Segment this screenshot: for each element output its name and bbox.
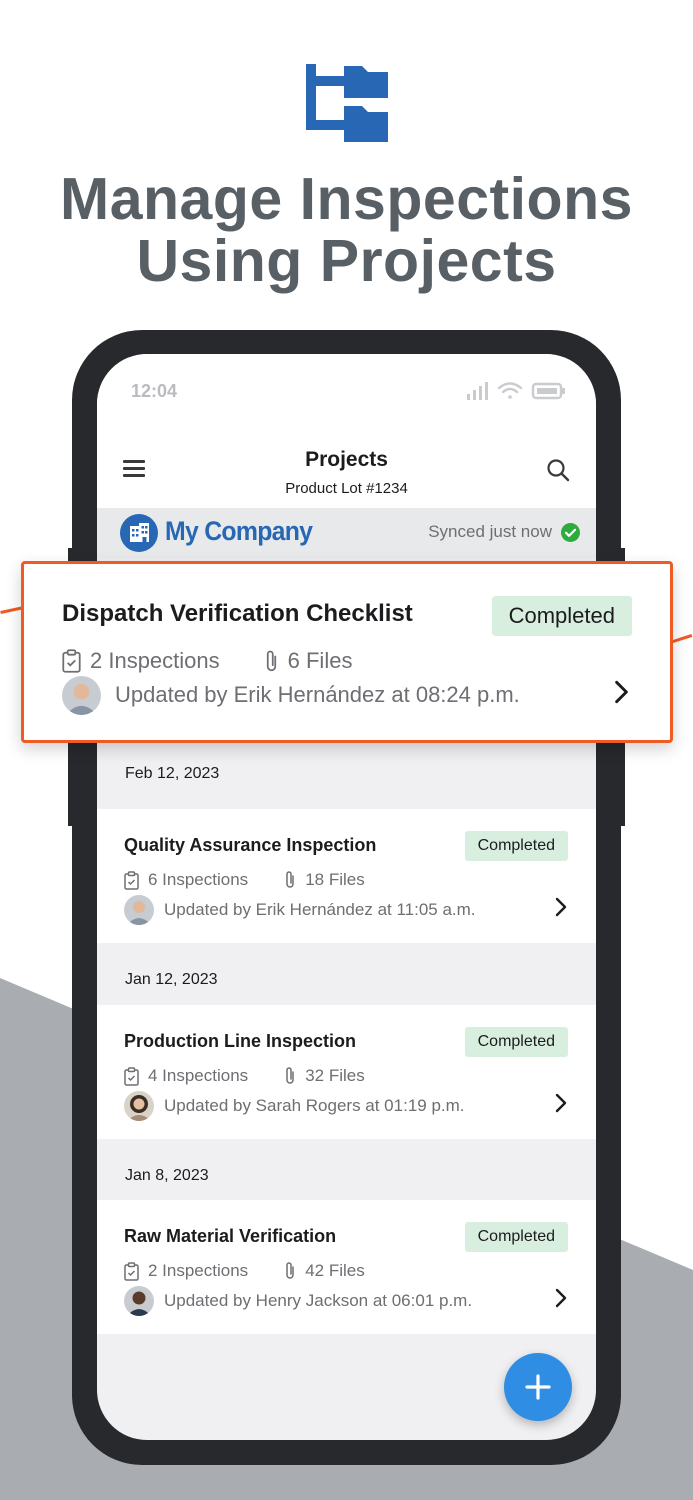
chevron-right-icon[interactable]	[613, 677, 630, 707]
clipboard-icon	[124, 1261, 139, 1281]
signal-icon	[467, 382, 488, 400]
status-badge: Completed	[464, 831, 568, 861]
project-meta: 4 Inspections 32 Files	[124, 1065, 365, 1087]
sync-status: Synced just now	[428, 522, 552, 541]
status-badge: Completed	[464, 1222, 568, 1252]
wifi-icon	[497, 382, 523, 399]
date-label: Jan 8, 2023	[125, 1167, 209, 1184]
company-bar: My Company Synced just now	[97, 508, 596, 558]
inspection-count: 6 Inspections	[148, 870, 249, 889]
updated-text: Updated by Erik Hernández at 08:24 p.m.	[115, 682, 520, 707]
project-card[interactable]: Raw Material Verification Completed 2 In…	[97, 1200, 596, 1334]
file-count: 42 Files	[305, 1261, 365, 1280]
highlighted-project-card[interactable]: Dispatch Verification Checklist Complete…	[21, 561, 673, 743]
updated-row: Updated by Henry Jackson at 06:01 p.m.	[124, 1286, 472, 1316]
project-card[interactable]: Quality Assurance Inspection Completed 6…	[97, 809, 596, 943]
updated-text: Updated by Erik Hernández at 11:05 a.m.	[164, 900, 476, 919]
phone-frame: 12:04 Projects Product Lot #1234 My Comp…	[72, 330, 621, 1465]
hero-title-line2: Using Projects	[136, 228, 557, 294]
clipboard-icon	[124, 870, 139, 890]
updated-row: Updated by Erik Hernández at 08:24 p.m.	[62, 675, 520, 715]
chevron-right-icon[interactable]	[554, 1091, 568, 1115]
file-count: 32 Files	[305, 1066, 365, 1085]
project-title: Production Line Inspection	[124, 1031, 357, 1051]
folder-tree-icon	[306, 64, 388, 142]
status-icons	[467, 382, 565, 400]
project-title: Raw Material Verification	[124, 1226, 337, 1246]
status-bar: 12:04	[97, 354, 596, 430]
date-header: Jan 8, 2023	[97, 1139, 596, 1199]
page-subtitle: Product Lot #1234	[285, 480, 408, 497]
avatar	[124, 895, 154, 925]
project-title: Quality Assurance Inspection	[124, 835, 377, 855]
check-circle-icon	[561, 523, 580, 542]
hero-title: Manage Inspections Using Projects	[0, 168, 693, 292]
paperclip-icon	[286, 1067, 294, 1084]
clipboard-icon	[62, 649, 81, 673]
paperclip-icon	[266, 650, 276, 671]
updated-row: Updated by Erik Hernández at 11:05 a.m.	[124, 895, 476, 925]
project-meta: 2 Inspections 6 Files	[62, 646, 352, 676]
date-header: Feb 12, 2023	[97, 737, 596, 797]
updated-row: Updated by Sarah Rogers at 01:19 p.m.	[124, 1091, 465, 1121]
add-project-button[interactable]	[504, 1353, 572, 1421]
company-name: My Company	[165, 516, 313, 546]
hero-title-line1: Manage Inspections	[60, 166, 633, 232]
inspection-count: 4 Inspections	[148, 1066, 249, 1085]
project-title: Dispatch Verification Checklist	[62, 600, 413, 627]
project-card[interactable]: Production Line Inspection Completed 4 I…	[97, 1005, 596, 1139]
chevron-right-icon[interactable]	[554, 1286, 568, 1310]
app-bar: Projects Product Lot #1234	[97, 430, 596, 508]
page-title: Projects	[305, 448, 388, 471]
project-meta: 2 Inspections 42 Files	[124, 1260, 365, 1282]
avatar	[124, 1091, 154, 1121]
building-icon	[120, 514, 158, 552]
updated-text: Updated by Henry Jackson at 06:01 p.m.	[164, 1291, 473, 1310]
search-icon[interactable]	[546, 458, 570, 482]
paperclip-icon	[286, 871, 294, 888]
chevron-right-icon[interactable]	[554, 895, 568, 919]
phone-screen: 12:04 Projects Product Lot #1234 My Comp…	[97, 354, 596, 1440]
date-header: Jan 12, 2023	[97, 943, 596, 1003]
file-count: 18 Files	[305, 870, 365, 889]
inspection-count: 2 Inspections	[90, 648, 220, 673]
updated-text: Updated by Sarah Rogers at 01:19 p.m.	[164, 1096, 465, 1115]
status-badge: Completed	[491, 596, 632, 636]
avatar	[124, 1286, 154, 1316]
clipboard-icon	[124, 1066, 139, 1086]
battery-icon	[531, 382, 565, 400]
avatar	[62, 675, 101, 715]
status-badge: Completed	[464, 1027, 568, 1057]
status-time: 12:04	[131, 381, 178, 401]
date-label: Jan 12, 2023	[125, 971, 218, 988]
plus-icon	[525, 1374, 551, 1400]
inspection-count: 2 Inspections	[148, 1261, 249, 1280]
paperclip-icon	[286, 1262, 294, 1279]
project-meta: 6 Inspections 18 Files	[124, 869, 365, 891]
date-label: Feb 12, 2023	[125, 765, 220, 782]
file-count: 6 Files	[287, 648, 353, 673]
